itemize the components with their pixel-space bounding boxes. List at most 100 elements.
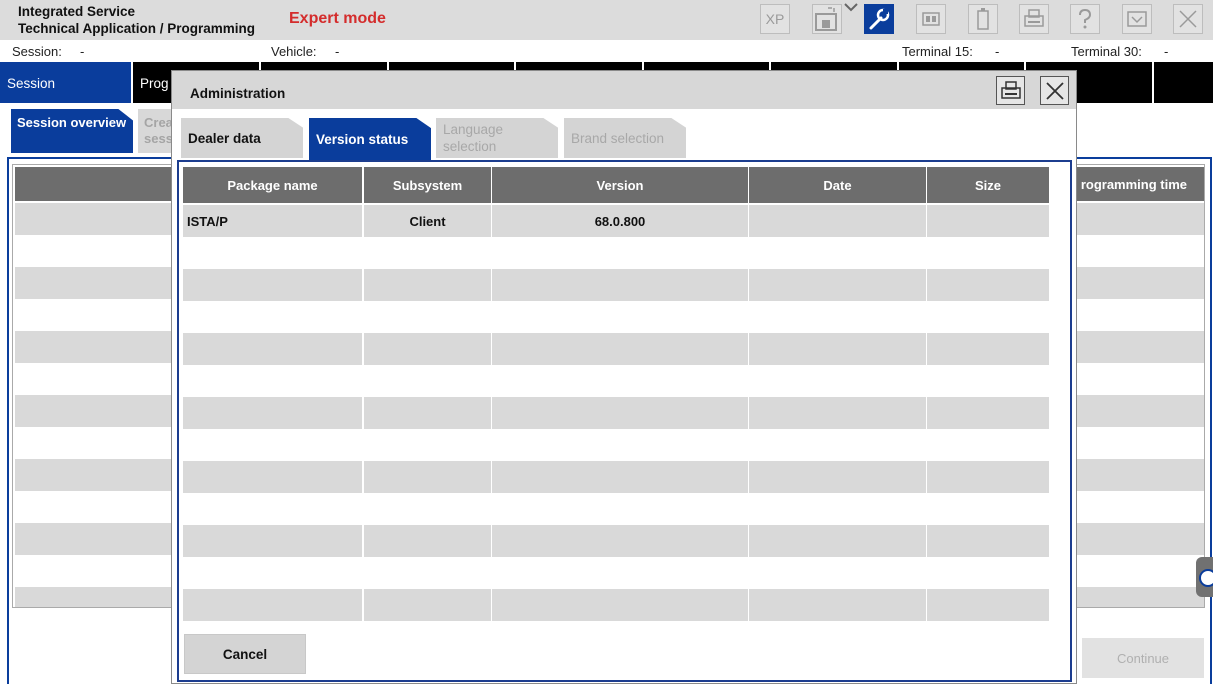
table-cell: [492, 461, 748, 493]
battery-button[interactable]: [968, 4, 998, 34]
terminal15-value: -: [995, 44, 1000, 59]
table-row[interactable]: [183, 525, 1049, 557]
table-row[interactable]: [183, 301, 1049, 333]
table-row[interactable]: ISTA/P Client 68.0.800: [183, 205, 1049, 237]
help-button[interactable]: [1070, 4, 1100, 34]
table-cell: [364, 237, 491, 269]
tab-version-status[interactable]: Version status: [309, 118, 431, 160]
table-cell: [183, 429, 362, 461]
image-button[interactable]: [812, 4, 842, 34]
chevron-down-icon: [844, 3, 858, 12]
table-row[interactable]: [183, 589, 1049, 621]
continue-button[interactable]: Continue: [1082, 638, 1204, 678]
terminal30-label: Terminal 30:: [1071, 44, 1142, 59]
tab-dealer-data[interactable]: Dealer data: [181, 118, 303, 158]
close-icon: [1179, 10, 1197, 28]
table-cell: [749, 333, 926, 365]
tab-language-selection-label: Language selection: [443, 122, 504, 154]
table-cell: [749, 429, 926, 461]
table-cell: [492, 493, 748, 525]
table-cell: [364, 397, 491, 429]
table-cell: [749, 461, 926, 493]
table-cell: [927, 237, 1049, 269]
tab-language-selection[interactable]: Language selection: [436, 118, 558, 158]
table-cell: Client: [364, 205, 491, 237]
table-cell: [927, 525, 1049, 557]
table-row[interactable]: [183, 429, 1049, 461]
expert-mode-label: Expert mode: [289, 10, 386, 27]
table-cell: [183, 493, 362, 525]
table-cell: [492, 429, 748, 461]
table-cell: [183, 461, 362, 493]
tab-dealer-data-label: Dealer data: [188, 130, 261, 146]
table-cell: [927, 365, 1049, 397]
table-cell: [749, 301, 926, 333]
print-button[interactable]: [1019, 4, 1049, 34]
table-cell: [364, 557, 491, 589]
continue-label: Continue: [1116, 650, 1170, 666]
column-header[interactable]: Date: [749, 167, 926, 203]
dialog-header: Administration: [172, 71, 1076, 109]
table-row[interactable]: [183, 493, 1049, 525]
table-cell: [927, 397, 1049, 429]
tab-empty-8[interactable]: [1154, 62, 1213, 103]
column-header[interactable]: Package name: [183, 167, 362, 203]
title-bar: Integrated Service Technical Application…: [0, 0, 1213, 40]
table-cell: [183, 301, 362, 333]
table-cell: [183, 525, 362, 557]
table-row[interactable]: [183, 397, 1049, 429]
column-header[interactable]: Size: [927, 167, 1049, 203]
table-cell: [927, 205, 1049, 237]
administration-dialog: Administration Dealer data Version statu…: [171, 70, 1077, 684]
table-cell: [364, 301, 491, 333]
xp-button[interactable]: XP: [760, 4, 790, 34]
grid-button[interactable]: [916, 4, 946, 34]
table-cell: [492, 301, 748, 333]
vehicle-label: Vehicle:: [271, 44, 317, 59]
table-cell: [492, 589, 748, 621]
hide-button[interactable]: [1122, 4, 1152, 34]
column-header[interactable]: Subsystem: [364, 167, 491, 203]
dropdown-button[interactable]: [842, 0, 860, 14]
print-icon: [1000, 80, 1021, 99]
subtab-session-overview[interactable]: Session overview: [11, 109, 133, 153]
table-row[interactable]: [183, 269, 1049, 301]
table-cell: [183, 589, 362, 621]
tab-brand-selection-label: Brand selection: [571, 130, 665, 146]
table-cell: [927, 557, 1049, 589]
tab-session[interactable]: Session: [0, 62, 133, 103]
side-panel-handle[interactable]: [1196, 557, 1213, 597]
battery-icon: [977, 8, 989, 30]
table-row[interactable]: [183, 365, 1049, 397]
table-cell: [183, 333, 362, 365]
table-cell: [749, 493, 926, 525]
table-cell: [492, 525, 748, 557]
table-cell: [492, 365, 748, 397]
column-header[interactable]: Version: [492, 167, 748, 203]
tab-brand-selection[interactable]: Brand selection: [564, 118, 686, 158]
terminal30-value: -: [1164, 44, 1169, 59]
dialog-close-button[interactable]: [1040, 76, 1069, 105]
tab-version-status-label: Version status: [316, 131, 409, 147]
terminal15-label: Terminal 15:: [902, 44, 973, 59]
session-value: -: [80, 44, 85, 59]
dialog-print-button[interactable]: [996, 76, 1025, 105]
table-row[interactable]: [183, 237, 1049, 269]
tab-session-label: Session: [7, 76, 56, 91]
close-app-button[interactable]: [1173, 4, 1203, 34]
table-row[interactable]: [183, 461, 1049, 493]
table-row[interactable]: [183, 557, 1049, 589]
session-label: Session:: [12, 44, 62, 59]
cancel-button[interactable]: Cancel: [184, 634, 306, 674]
tab-programming-label: Prog: [140, 76, 169, 91]
wrench-button[interactable]: [864, 4, 894, 34]
close-icon: [1045, 81, 1064, 100]
hide-icon: [1127, 11, 1147, 27]
wrench-icon: [869, 8, 890, 30]
table-row[interactable]: [183, 333, 1049, 365]
table-cell: [492, 557, 748, 589]
table-cell: [183, 557, 362, 589]
table-cell: [364, 525, 491, 557]
table-cell: [749, 269, 926, 301]
table-cell: [749, 557, 926, 589]
